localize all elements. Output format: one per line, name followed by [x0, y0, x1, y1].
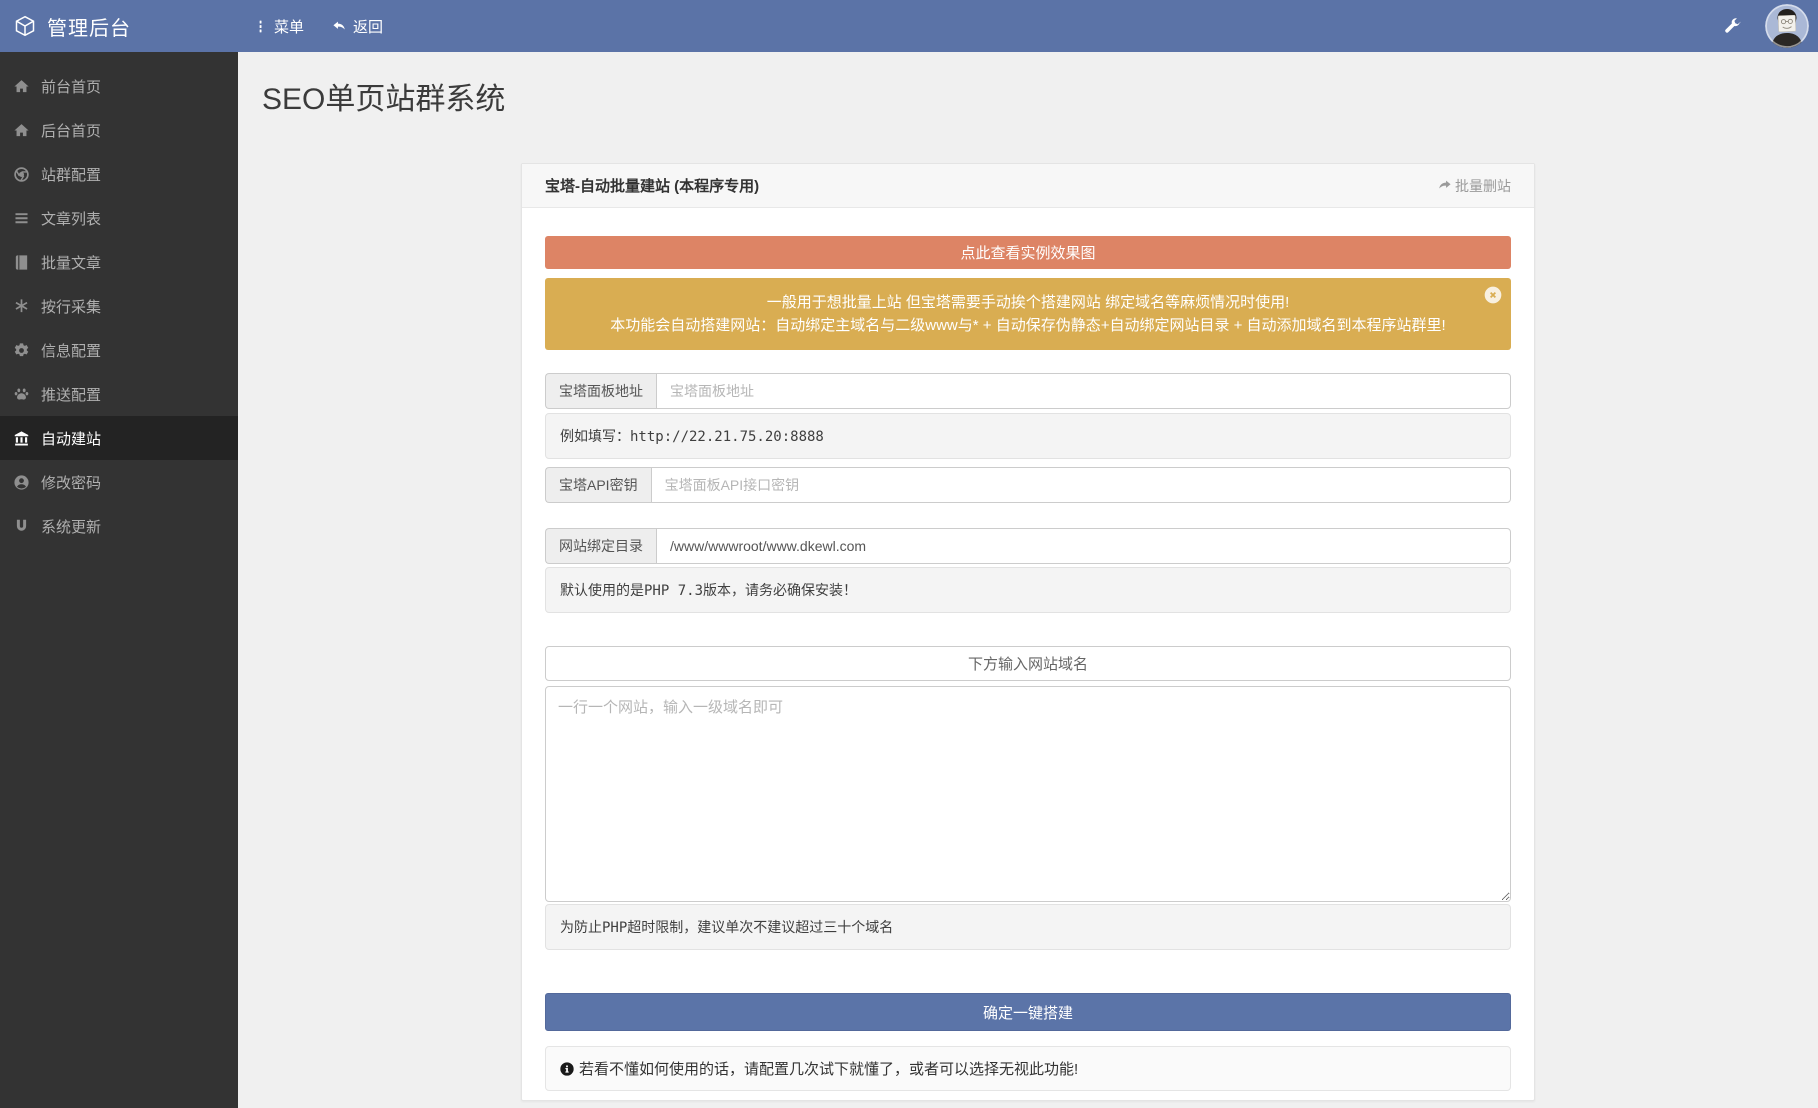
bind-dir-input[interactable]	[656, 528, 1511, 564]
page-title: SEO单页站群系统	[262, 74, 1818, 118]
menu-dots-icon	[253, 19, 268, 34]
cube-logo-icon	[13, 14, 37, 38]
api-key-label: 宝塔API密钥	[545, 467, 651, 503]
brand[interactable]: 管理后台	[0, 12, 238, 41]
sidebar-item-info-config[interactable]: 信息配置	[0, 328, 238, 372]
hint-text: 超时限制，建议单次不建议超过三十个域名	[627, 919, 893, 935]
footer-note-text: 若看不懂如何使用的话，请配置几次试下就懂了，或者可以选择无视此功能!	[579, 1058, 1078, 1079]
sidebar-item-label: 站群配置	[41, 164, 101, 185]
sidebar-item-article-list[interactable]: 文章列表	[0, 196, 238, 240]
hint-text: 例如填写：	[560, 428, 630, 444]
sidebar-item-label: 系统更新	[41, 516, 101, 537]
api-key-input[interactable]	[651, 467, 1511, 503]
panel-address-input[interactable]	[656, 373, 1511, 409]
hint-code: http://22.21.75.20:8888	[630, 429, 824, 445]
example-image-button[interactable]: 点此查看实例效果图	[545, 236, 1511, 269]
sidebar-item-label: 修改密码	[41, 472, 101, 493]
hint-code: PHP 7.3	[644, 583, 703, 599]
panel-address-group: 宝塔面板地址	[545, 373, 1511, 409]
domain-section-header: 下方输入网站域名	[545, 646, 1511, 681]
batch-delete-label: 批量删站	[1455, 176, 1511, 196]
asterisk-icon	[13, 298, 30, 315]
panel-header: 宝塔-自动批量建站 (本程序专用) 批量删站	[522, 164, 1534, 208]
php-version-hint: 默认使用的是PHP 7.3版本，请务必确保安装！	[545, 567, 1511, 613]
sidebar-item-admin-home[interactable]: 后台首页	[0, 108, 238, 152]
bank-icon	[13, 430, 30, 447]
avatar-image	[1765, 4, 1809, 48]
sidebar-item-change-password[interactable]: 修改密码	[0, 460, 238, 504]
user-circle-icon	[13, 474, 30, 491]
submit-build-button[interactable]: 确定一键搭建	[545, 993, 1511, 1031]
menu-toggle[interactable]: 菜单	[253, 16, 304, 37]
sidebar-item-sitegroup-config[interactable]: 站群配置	[0, 152, 238, 196]
sidebar-item-batch-articles[interactable]: 批量文章	[0, 240, 238, 284]
batch-delete-link[interactable]: 批量删站	[1437, 176, 1511, 196]
sidebar-item-label: 批量文章	[41, 252, 101, 273]
sidebar-item-front-home[interactable]: 前台首页	[0, 64, 238, 108]
alert-line2: 本功能会自动搭建网站：自动绑定主域名与二级www与* + 自动保存伪静态+自动绑…	[591, 314, 1465, 337]
back-arrow-icon	[332, 19, 347, 34]
back-link[interactable]: 返回	[332, 16, 383, 37]
api-key-group: 宝塔API密钥	[545, 467, 1511, 503]
bind-dir-label: 网站绑定目录	[545, 528, 656, 564]
hint-text: 版本，请务必确保安装！	[703, 582, 857, 598]
sidebar-item-label: 自动建站	[41, 428, 101, 449]
sidebar-item-system-update[interactable]: 系统更新	[0, 504, 238, 548]
back-label: 返回	[353, 16, 383, 37]
list-icon	[13, 210, 30, 227]
user-avatar[interactable]	[1765, 4, 1809, 48]
panel-auto-build: 宝塔-自动批量建站 (本程序专用) 批量删站 点此查看实例效果图 一般用于想批量…	[521, 163, 1535, 1101]
panel-title: 宝塔-自动批量建站 (本程序专用)	[545, 175, 759, 196]
bind-dir-group: 网站绑定目录	[545, 528, 1511, 564]
sidebar-item-line-collect[interactable]: 按行采集	[0, 284, 238, 328]
sidebar-item-label: 前台首页	[41, 76, 101, 97]
sidebar-item-auto-build[interactable]: 自动建站	[0, 416, 238, 460]
panel-body: 点此查看实例效果图 一般用于想批量上站 但宝塔需要手动挨个搭建网站 绑定域名等麻…	[522, 208, 1534, 1100]
footer-note: 若看不懂如何使用的话，请配置几次试下就懂了，或者可以选择无视此功能!	[545, 1046, 1511, 1091]
sidebar-item-label: 文章列表	[41, 208, 101, 229]
panel-address-hint: 例如填写：http://22.21.75.20:8888	[545, 413, 1511, 459]
topbar-right	[1723, 4, 1818, 48]
sidebar-item-push-config[interactable]: 推送配置	[0, 372, 238, 416]
hint-text: 默认使用的是	[560, 582, 644, 598]
info-icon	[559, 1061, 575, 1077]
hint-text: 为防止	[560, 919, 602, 935]
sidebar-item-label: 后台首页	[41, 120, 101, 141]
alert-line1: 一般用于想批量上站 但宝塔需要手动挨个搭建网站 绑定域名等麻烦情况时使用!	[591, 291, 1465, 314]
topnav: 菜单 返回	[253, 16, 383, 37]
close-icon[interactable]	[1483, 285, 1503, 305]
main-content: SEO单页站群系统 宝塔-自动批量建站 (本程序专用) 批量删站 点此查看实例效…	[238, 52, 1818, 1108]
book-icon	[13, 254, 30, 271]
topbar: 管理后台 菜单 返回	[0, 0, 1818, 52]
usage-alert: 一般用于想批量上站 但宝塔需要手动挨个搭建网站 绑定域名等麻烦情况时使用! 本功…	[545, 278, 1511, 350]
domains-textarea[interactable]	[545, 686, 1511, 902]
sidebar: 前台首页 后台首页 站群配置 文章列表 批量文章 按行采集	[0, 52, 238, 1108]
sidebar-item-label: 推送配置	[41, 384, 101, 405]
panel-address-label: 宝塔面板地址	[545, 373, 656, 409]
sidebar-item-label: 按行采集	[41, 296, 101, 317]
update-icon	[13, 518, 30, 535]
hint-code: PHP	[602, 920, 627, 936]
chrome-icon	[13, 166, 30, 183]
share-arrow-icon	[1437, 178, 1452, 193]
home-icon	[13, 122, 30, 139]
brand-title: 管理后台	[47, 12, 131, 41]
menu-label: 菜单	[274, 16, 304, 37]
gear-icon	[13, 342, 30, 359]
sidebar-item-label: 信息配置	[41, 340, 101, 361]
paw-icon	[13, 386, 30, 403]
home-icon	[13, 78, 30, 95]
php-timeout-hint: 为防止PHP超时限制，建议单次不建议超过三十个域名	[545, 904, 1511, 950]
wrench-icon[interactable]	[1723, 17, 1741, 35]
